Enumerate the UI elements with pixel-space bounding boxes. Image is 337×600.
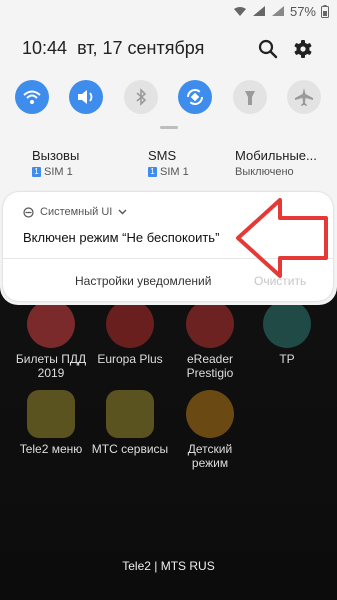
notification-panel: 57% 10:44 вт, 17 сентября Вызовы 1 SIM 1… [0,0,337,305]
notification-title: Включен режим “Не беспокоить” [23,230,220,245]
flashlight-toggle[interactable] [233,80,267,114]
status-bar: 57% [233,4,329,19]
wifi-toggle[interactable] [15,80,49,114]
battery-icon [321,5,329,18]
bluetooth-icon [136,88,147,106]
sim-mobile-data[interactable]: Мобильные... Выключено [235,148,317,178]
sim-badge: 1 [32,167,41,177]
airplane-toggle[interactable] [287,80,321,114]
sim-sms[interactable]: SMS 1 SIM 1 [148,148,189,178]
wifi-icon [23,90,41,104]
app-icon [186,390,234,438]
sim-calls[interactable]: Вызовы 1 SIM 1 [32,148,79,178]
app-icon [186,300,234,348]
app-tele2[interactable]: Tele2 меню [11,390,91,456]
signal-icon [252,6,265,16]
app-icon [106,390,154,438]
app-europa-plus[interactable]: Europa Plus [90,300,170,366]
app-mts[interactable]: МТС сервисы [90,390,170,456]
dnd-icon [23,206,34,218]
app-bilety-pdd[interactable]: Билеты ПДД 2019 [11,300,91,380]
auto-rotate-toggle[interactable] [178,80,212,114]
gear-icon[interactable] [292,38,314,60]
date: вт, 17 сентября [77,38,205,58]
app-icon [263,300,311,348]
notification-settings-button[interactable]: Настройки уведомлений [75,274,211,288]
carrier-label: Tele2 | MTS RUS [122,559,215,573]
sim-badge: 1 [148,167,157,177]
notification-app-name: Системный UI [40,206,113,218]
chevron-down-icon[interactable] [118,209,127,215]
app-icon [106,300,154,348]
volume-icon [78,90,93,104]
clock-date: 10:44 вт, 17 сентября [22,38,204,59]
panel-drag-handle[interactable] [160,126,178,129]
flashlight-icon [245,91,255,105]
sound-toggle[interactable] [69,80,103,114]
app-ereader[interactable]: eReader Prestigio [170,300,250,380]
notification-app-row: Системный UI [23,206,127,218]
signal-2-icon [271,6,284,16]
bluetooth-toggle[interactable] [124,80,158,114]
airplane-icon [295,88,313,106]
search-icon[interactable] [257,38,279,60]
clock: 10:44 [22,38,68,58]
wifi-status-icon [233,7,246,16]
app-icon [27,300,75,348]
app-icon [27,390,75,438]
rotate-icon [187,89,203,105]
battery-percent: 57% [289,4,316,19]
red-arrow-annotation [236,198,328,278]
app-kids[interactable]: Детский режим [170,390,250,470]
app-tp[interactable]: TP [247,300,327,366]
